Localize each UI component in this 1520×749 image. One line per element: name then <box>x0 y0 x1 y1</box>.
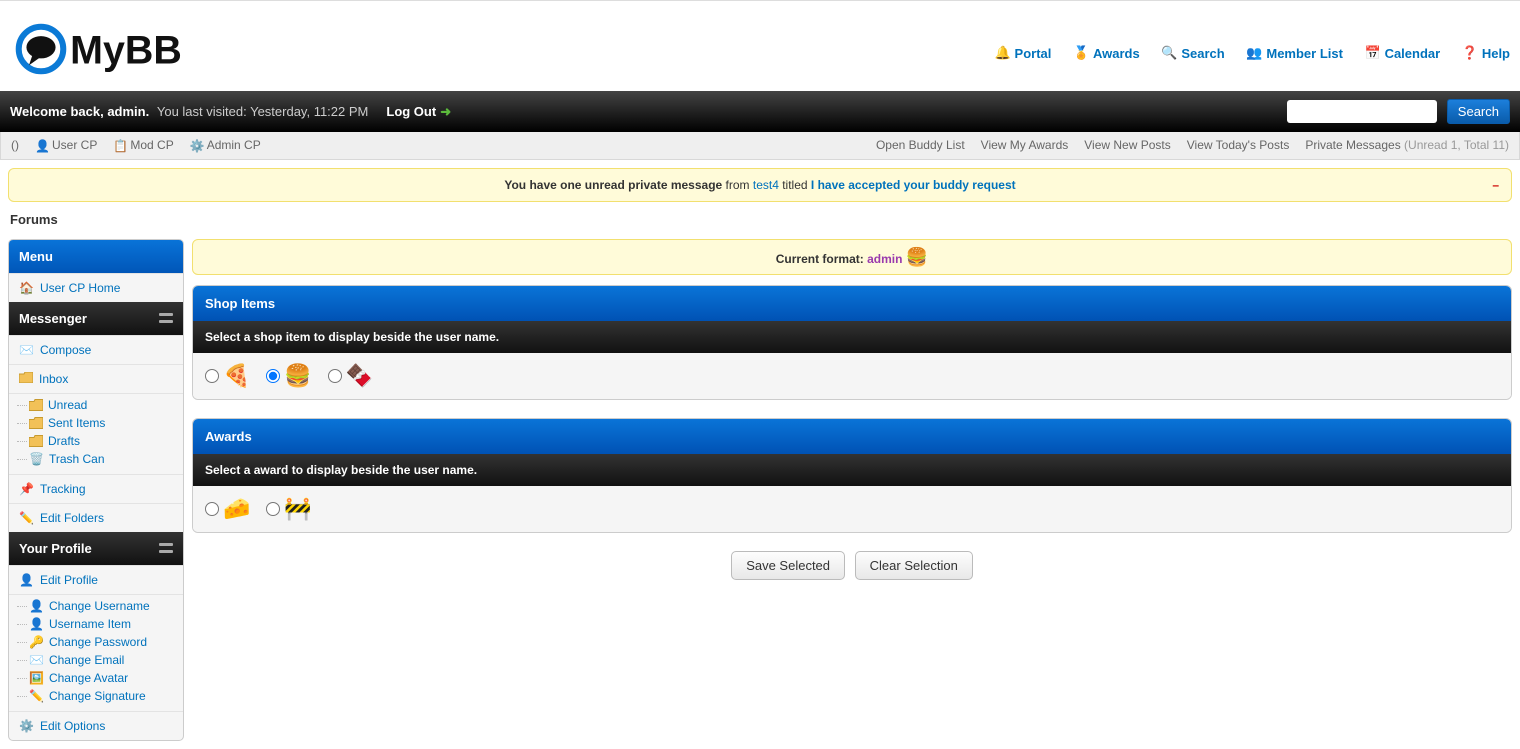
sidebar-changepassword[interactable]: 🔑Change Password <box>23 633 183 651</box>
trash-icon: 🗑️ <box>29 452 44 466</box>
welcome-text: Welcome back, admin. You last visited: Y… <box>10 104 368 119</box>
shop-item-pizza[interactable]: 🍕 <box>205 365 250 387</box>
notice-prefix: You have one unread private message <box>504 178 722 192</box>
top-menu: 🔔Portal 🏅Awards 🔍Search 👥Member List 📅Ca… <box>977 45 1510 61</box>
sidebar-trash[interactable]: 🗑️Trash Can <box>23 450 183 468</box>
welcome-panel: Welcome back, admin. You last visited: Y… <box>0 91 1520 132</box>
sidebar-sent[interactable]: Sent Items <box>23 414 183 432</box>
profile-icon: 👤 <box>19 573 34 587</box>
edit-icon: ✏️ <box>19 511 34 525</box>
nav-buddy[interactable]: Open Buddy List <box>876 138 965 152</box>
search-input[interactable] <box>1287 100 1437 123</box>
side-messenger-head: Messenger <box>9 302 183 335</box>
awards-sub: Select a award to display beside the use… <box>193 454 1511 486</box>
nav-newposts[interactable]: View New Posts <box>1084 138 1170 152</box>
user-icon: 👤 <box>29 617 44 631</box>
folder-icon <box>19 372 33 386</box>
collapse-icon[interactable] <box>159 313 173 323</box>
award-item-cheese[interactable]: 🧀 <box>205 498 250 520</box>
sidebar-editprofile[interactable]: 👤 Edit Profile <box>9 565 183 594</box>
pm-notice: You have one unread private message from… <box>8 168 1512 202</box>
awards-link[interactable]: 🏅Awards <box>1073 45 1140 61</box>
sidebar-changesignature[interactable]: ✏️Change Signature <box>23 687 183 705</box>
svg-text:MyBB: MyBB <box>70 29 182 73</box>
sidebar-usernameitem[interactable]: 👤Username Item <box>23 615 183 633</box>
sidebar-editoptions[interactable]: ⚙️ Edit Options <box>9 711 183 740</box>
notice-sender[interactable]: test4 <box>753 178 779 192</box>
sidebar-editfolders[interactable]: ✏️ Edit Folders <box>9 503 183 532</box>
nav-empty: () <box>11 138 19 152</box>
gear-icon: ⚙️ <box>19 719 34 733</box>
sidebar-changeavatar[interactable]: 🖼️Change Avatar <box>23 669 183 687</box>
sidebar-drafts[interactable]: Drafts <box>23 432 183 450</box>
construction-icon: 🚧 <box>284 498 311 520</box>
shop-sub: Select a shop item to display beside the… <box>193 321 1511 353</box>
sidebar-usercp-home[interactable]: 🏠 User CP Home <box>9 273 183 302</box>
clear-button[interactable]: Clear Selection <box>855 551 973 580</box>
sidebar-changeemail[interactable]: ✉️Change Email <box>23 651 183 669</box>
logo[interactable]: MyBB <box>10 11 977 91</box>
nav-admincp[interactable]: ⚙️Admin CP <box>190 138 261 153</box>
dismiss-icon[interactable]: – <box>1492 178 1499 192</box>
nav-pm[interactable]: Private Messages (Unread 1, Total 11) <box>1305 138 1509 152</box>
portal-link[interactable]: 🔔Portal <box>995 45 1052 61</box>
cheese-icon: 🧀 <box>223 498 250 520</box>
nav-todayposts[interactable]: View Today's Posts <box>1187 138 1290 152</box>
sidebar-compose[interactable]: ✉️ Compose <box>9 335 183 364</box>
mail-icon: ✉️ <box>19 343 34 357</box>
awards-panel: Awards Select a award to display beside … <box>192 418 1512 533</box>
pizza-icon: 🍕 <box>223 365 250 387</box>
nav-viewawards[interactable]: View My Awards <box>981 138 1069 152</box>
side-profile-head: Your Profile <box>9 532 183 565</box>
home-icon: 🏠 <box>19 281 34 295</box>
burger-icon: 🍔 <box>284 365 311 387</box>
logout-link[interactable]: Log Out➜ <box>386 104 451 120</box>
sidebar-tracking[interactable]: 📌 Tracking <box>9 474 183 503</box>
shop-item-chocolate[interactable]: 🍫 <box>328 365 373 387</box>
side-menu-head: Menu <box>9 240 183 273</box>
chocolate-icon: 🍫 <box>346 365 373 387</box>
burger-icon: 🍔 <box>906 247 928 267</box>
nav-usercp[interactable]: 👤User CP <box>35 138 97 153</box>
awards-head: Awards <box>193 419 1511 454</box>
sidebar: Menu 🏠 User CP Home Messenger ✉️ Compose… <box>8 239 184 741</box>
sidebar-unread[interactable]: Unread <box>23 396 183 414</box>
award-item-construction[interactable]: 🚧 <box>266 498 311 520</box>
save-button[interactable]: Save Selected <box>731 551 845 580</box>
search-link[interactable]: 🔍Search <box>1161 45 1224 61</box>
current-format-box: Current format: admin 🍔 <box>192 239 1512 275</box>
help-link[interactable]: ❓Help <box>1462 45 1510 61</box>
sidebar-inbox[interactable]: Inbox <box>9 364 183 393</box>
calendar-link[interactable]: 📅Calendar <box>1365 45 1441 61</box>
image-icon: 🖼️ <box>29 671 44 685</box>
shop-head: Shop Items <box>193 286 1511 321</box>
breadcrumb[interactable]: Forums <box>10 212 1512 227</box>
memberlist-link[interactable]: 👥Member List <box>1246 45 1343 61</box>
notice-subject[interactable]: I have accepted your buddy request <box>811 178 1016 192</box>
nav-bar: () 👤User CP 📋Mod CP ⚙️Admin CP Open Budd… <box>0 132 1520 160</box>
search-button[interactable]: Search <box>1447 99 1510 124</box>
shop-items-panel: Shop Items Select a shop item to display… <box>192 285 1512 400</box>
current-user: admin <box>867 252 902 266</box>
mail-icon: ✉️ <box>29 653 44 667</box>
nav-modcp[interactable]: 📋Mod CP <box>113 138 173 153</box>
key-icon: 🔑 <box>29 635 44 649</box>
pin-icon: 📌 <box>19 482 34 496</box>
pencil-icon: ✏️ <box>29 689 44 703</box>
collapse-icon[interactable] <box>159 543 173 553</box>
user-icon: 👤 <box>29 599 44 613</box>
shop-item-burger[interactable]: 🍔 <box>266 365 311 387</box>
sidebar-changeusername[interactable]: 👤Change Username <box>23 597 183 615</box>
